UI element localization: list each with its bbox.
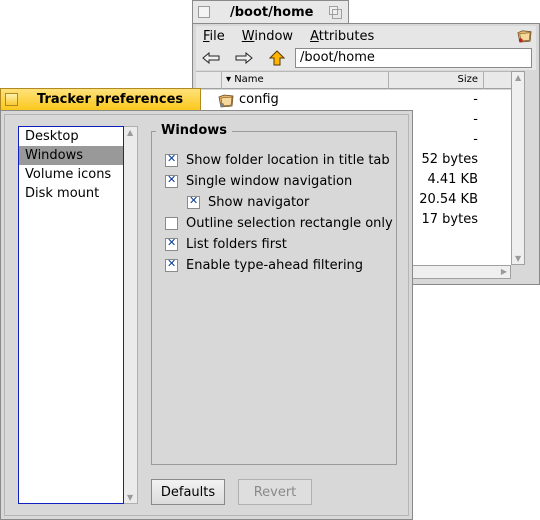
menu-attributes[interactable]: Attributes xyxy=(310,29,374,44)
file-name: config xyxy=(239,92,279,107)
option-label: Outline selection rectangle only xyxy=(186,215,393,231)
checkbox[interactable] xyxy=(165,152,178,167)
file-size: 52 bytes xyxy=(421,152,479,167)
checkbox[interactable] xyxy=(187,194,200,209)
window-title: /boot/home xyxy=(230,4,314,20)
zoom-button[interactable] xyxy=(329,6,342,19)
menu-window[interactable]: Window xyxy=(242,29,293,44)
revert-button[interactable]: Revert xyxy=(238,479,312,505)
column-name-label: Name xyxy=(234,74,264,85)
checkbox[interactable] xyxy=(165,216,178,230)
category-list: Desktop Windows Volume icons Disk mount xyxy=(18,126,124,504)
scroll-right-icon[interactable]: ▶ xyxy=(501,267,507,276)
menu-file[interactable]: File xyxy=(203,29,225,44)
vertical-scrollbar[interactable]: ▲ ▼ xyxy=(511,71,525,265)
folder-icon[interactable] xyxy=(517,28,532,43)
option-label: Single window navigation xyxy=(186,173,353,189)
tracker-window-tab[interactable]: /boot/home xyxy=(192,0,349,23)
option-outline-selection[interactable]: Outline selection rectangle only xyxy=(165,214,393,232)
option-label: Enable type-ahead filtering xyxy=(186,257,364,273)
column-size[interactable]: Size xyxy=(457,74,478,85)
back-button[interactable] xyxy=(202,50,220,66)
option-label: List folders first xyxy=(186,236,287,252)
category-scrollbar[interactable]: ▲ ▼ xyxy=(124,126,138,504)
scroll-up-icon[interactable]: ▲ xyxy=(515,73,521,82)
option-show-folder-location[interactable]: Show folder location in title tab xyxy=(165,151,390,169)
option-single-window-navigation[interactable]: Single window navigation xyxy=(165,172,352,190)
defaults-button[interactable]: Defaults xyxy=(151,479,225,505)
category-disk-mount[interactable]: Disk mount xyxy=(19,184,123,203)
column-header: ▾ Name Size xyxy=(196,71,511,89)
option-label: Show folder location in title tab xyxy=(186,152,390,168)
prefs-window-tab[interactable]: Tracker preferences xyxy=(0,88,201,110)
file-size: - xyxy=(473,112,478,127)
menu-bar: File Window Attributes xyxy=(196,26,536,46)
category-desktop[interactable]: Desktop xyxy=(19,127,123,146)
file-size: - xyxy=(473,92,478,107)
forward-button[interactable] xyxy=(235,50,253,66)
category-volume-icons[interactable]: Volume icons xyxy=(19,165,123,184)
file-size: 4.41 KB xyxy=(427,172,478,187)
scroll-down-icon[interactable]: ▼ xyxy=(127,493,133,502)
category-windows[interactable]: Windows xyxy=(19,146,123,165)
prefs-window: Desktop Windows Volume icons Disk mount … xyxy=(0,110,413,520)
menu-label: indow xyxy=(254,28,294,44)
up-arrow-icon xyxy=(269,50,285,66)
up-button[interactable] xyxy=(268,50,286,66)
checkbox[interactable] xyxy=(165,257,178,272)
option-type-ahead-filtering[interactable]: Enable type-ahead filtering xyxy=(165,256,363,274)
group-title: Windows xyxy=(156,123,233,138)
close-button[interactable] xyxy=(198,6,210,18)
path-input[interactable]: /boot/home xyxy=(295,48,532,68)
file-size: 20.54 KB xyxy=(419,192,478,207)
forward-arrow-icon xyxy=(235,52,253,64)
menu-mnemonic: A xyxy=(310,28,319,44)
file-row[interactable]: config - xyxy=(196,90,511,110)
option-show-navigator[interactable]: Show navigator xyxy=(187,193,309,211)
column-divider xyxy=(221,72,222,89)
checkbox[interactable] xyxy=(165,236,178,251)
scroll-up-icon[interactable]: ▲ xyxy=(127,128,133,137)
checkbox[interactable] xyxy=(165,173,178,188)
option-label: Show navigator xyxy=(208,194,310,210)
file-size: 17 bytes xyxy=(421,212,479,227)
option-list-folders-first[interactable]: List folders first xyxy=(165,235,287,253)
navigation-bar: /boot/home xyxy=(196,46,536,70)
column-divider xyxy=(388,72,389,89)
back-arrow-icon xyxy=(202,52,220,64)
menu-label: ile xyxy=(209,28,225,44)
scroll-down-icon[interactable]: ▼ xyxy=(515,254,521,263)
column-name[interactable]: ▾ Name xyxy=(226,74,264,85)
window-title: Tracker preferences xyxy=(37,92,184,107)
column-divider xyxy=(483,72,484,89)
folder-icon xyxy=(218,94,234,108)
menu-mnemonic: W xyxy=(241,28,255,44)
close-button[interactable] xyxy=(5,93,18,106)
menu-label: ttributes xyxy=(318,28,375,44)
file-size: - xyxy=(473,132,478,147)
